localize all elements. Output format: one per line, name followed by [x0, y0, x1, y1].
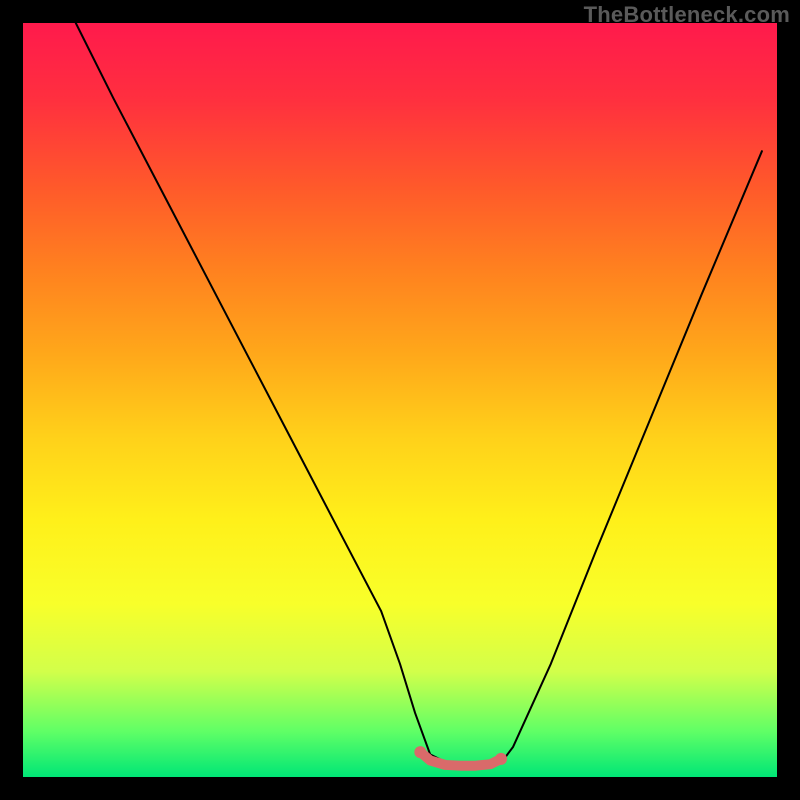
plot-area: [23, 23, 777, 777]
highlight-dot: [414, 746, 426, 758]
chart-svg: [23, 23, 777, 777]
bottleneck-curve: [76, 23, 762, 766]
chart-frame: TheBottleneck.com: [0, 0, 800, 800]
highlight-dot: [495, 753, 507, 765]
watermark-text: TheBottleneck.com: [584, 2, 790, 28]
bottleneck-highlight: [420, 752, 501, 766]
